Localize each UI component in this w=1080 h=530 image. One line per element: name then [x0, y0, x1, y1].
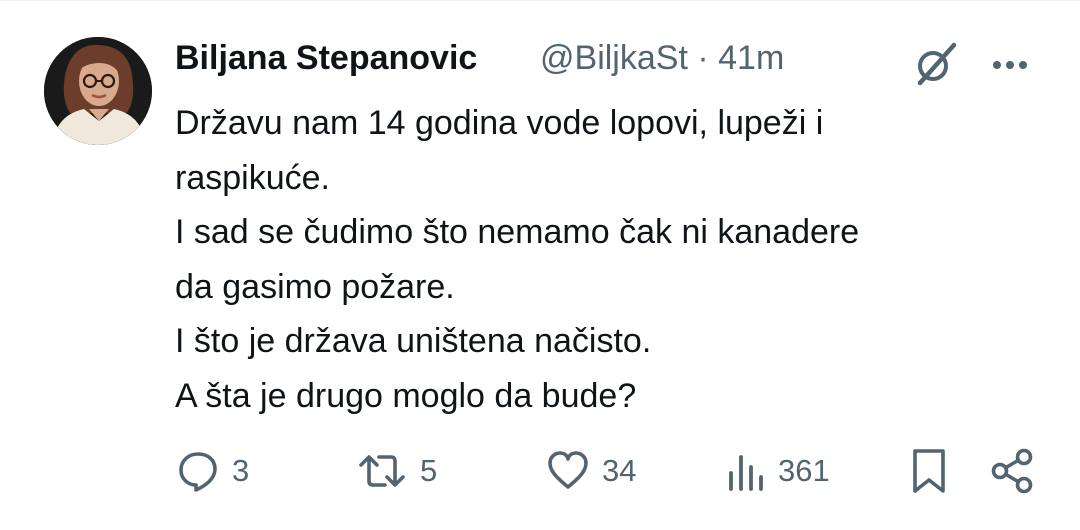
grok-icon[interactable] — [912, 41, 958, 87]
tweet-line: Državu nam 14 godina vode lopovi, lupeži… — [175, 104, 824, 142]
bookmark-button[interactable] — [910, 441, 948, 501]
repost-button[interactable]: 5 — [356, 441, 437, 501]
views-count: 361 — [778, 453, 830, 488]
views-icon — [726, 449, 766, 493]
tweet-line: I što je država uništena načisto. — [175, 322, 652, 360]
repost-count: 5 — [420, 453, 438, 488]
tweet-line: raspikuće. — [175, 158, 330, 197]
tweet-line: I sad se čudimo što nemamo čak ni kanade… — [175, 213, 860, 251]
reply-icon — [176, 449, 220, 493]
views-button[interactable]: 361 — [726, 441, 830, 501]
action-bar: 3 5 34 361 — [0, 441, 1080, 501]
tweet-line: A šta je drugo moglo da bude? — [175, 376, 637, 415]
avatar[interactable] — [44, 37, 152, 145]
share-icon — [990, 447, 1034, 495]
reply-count: 3 — [232, 453, 250, 488]
tweet-text: Državu nam 14 godina vode lopovi, lupeži… — [175, 96, 1035, 423]
reply-button[interactable]: 3 — [176, 441, 249, 501]
more-icon[interactable] — [990, 45, 1030, 85]
like-count: 34 — [602, 453, 637, 488]
repost-icon — [356, 449, 408, 493]
like-icon — [546, 449, 590, 493]
meta-separator: · — [697, 39, 709, 77]
tweet-time[interactable]: 41m — [718, 39, 784, 77]
author-name[interactable]: Biljana Stepanovic — [175, 39, 477, 78]
author-meta[interactable]: @BiljkaSt · 41m — [540, 39, 784, 78]
bookmark-icon — [910, 447, 948, 495]
author-handle[interactable]: @BiljkaSt — [540, 39, 688, 77]
like-button[interactable]: 34 — [546, 441, 636, 501]
share-button[interactable] — [990, 441, 1034, 501]
tweet-line: da gasimo požare. — [175, 267, 455, 306]
tweet-card[interactable]: Biljana Stepanovic @BiljkaSt · 41m Držav… — [0, 0, 1080, 530]
